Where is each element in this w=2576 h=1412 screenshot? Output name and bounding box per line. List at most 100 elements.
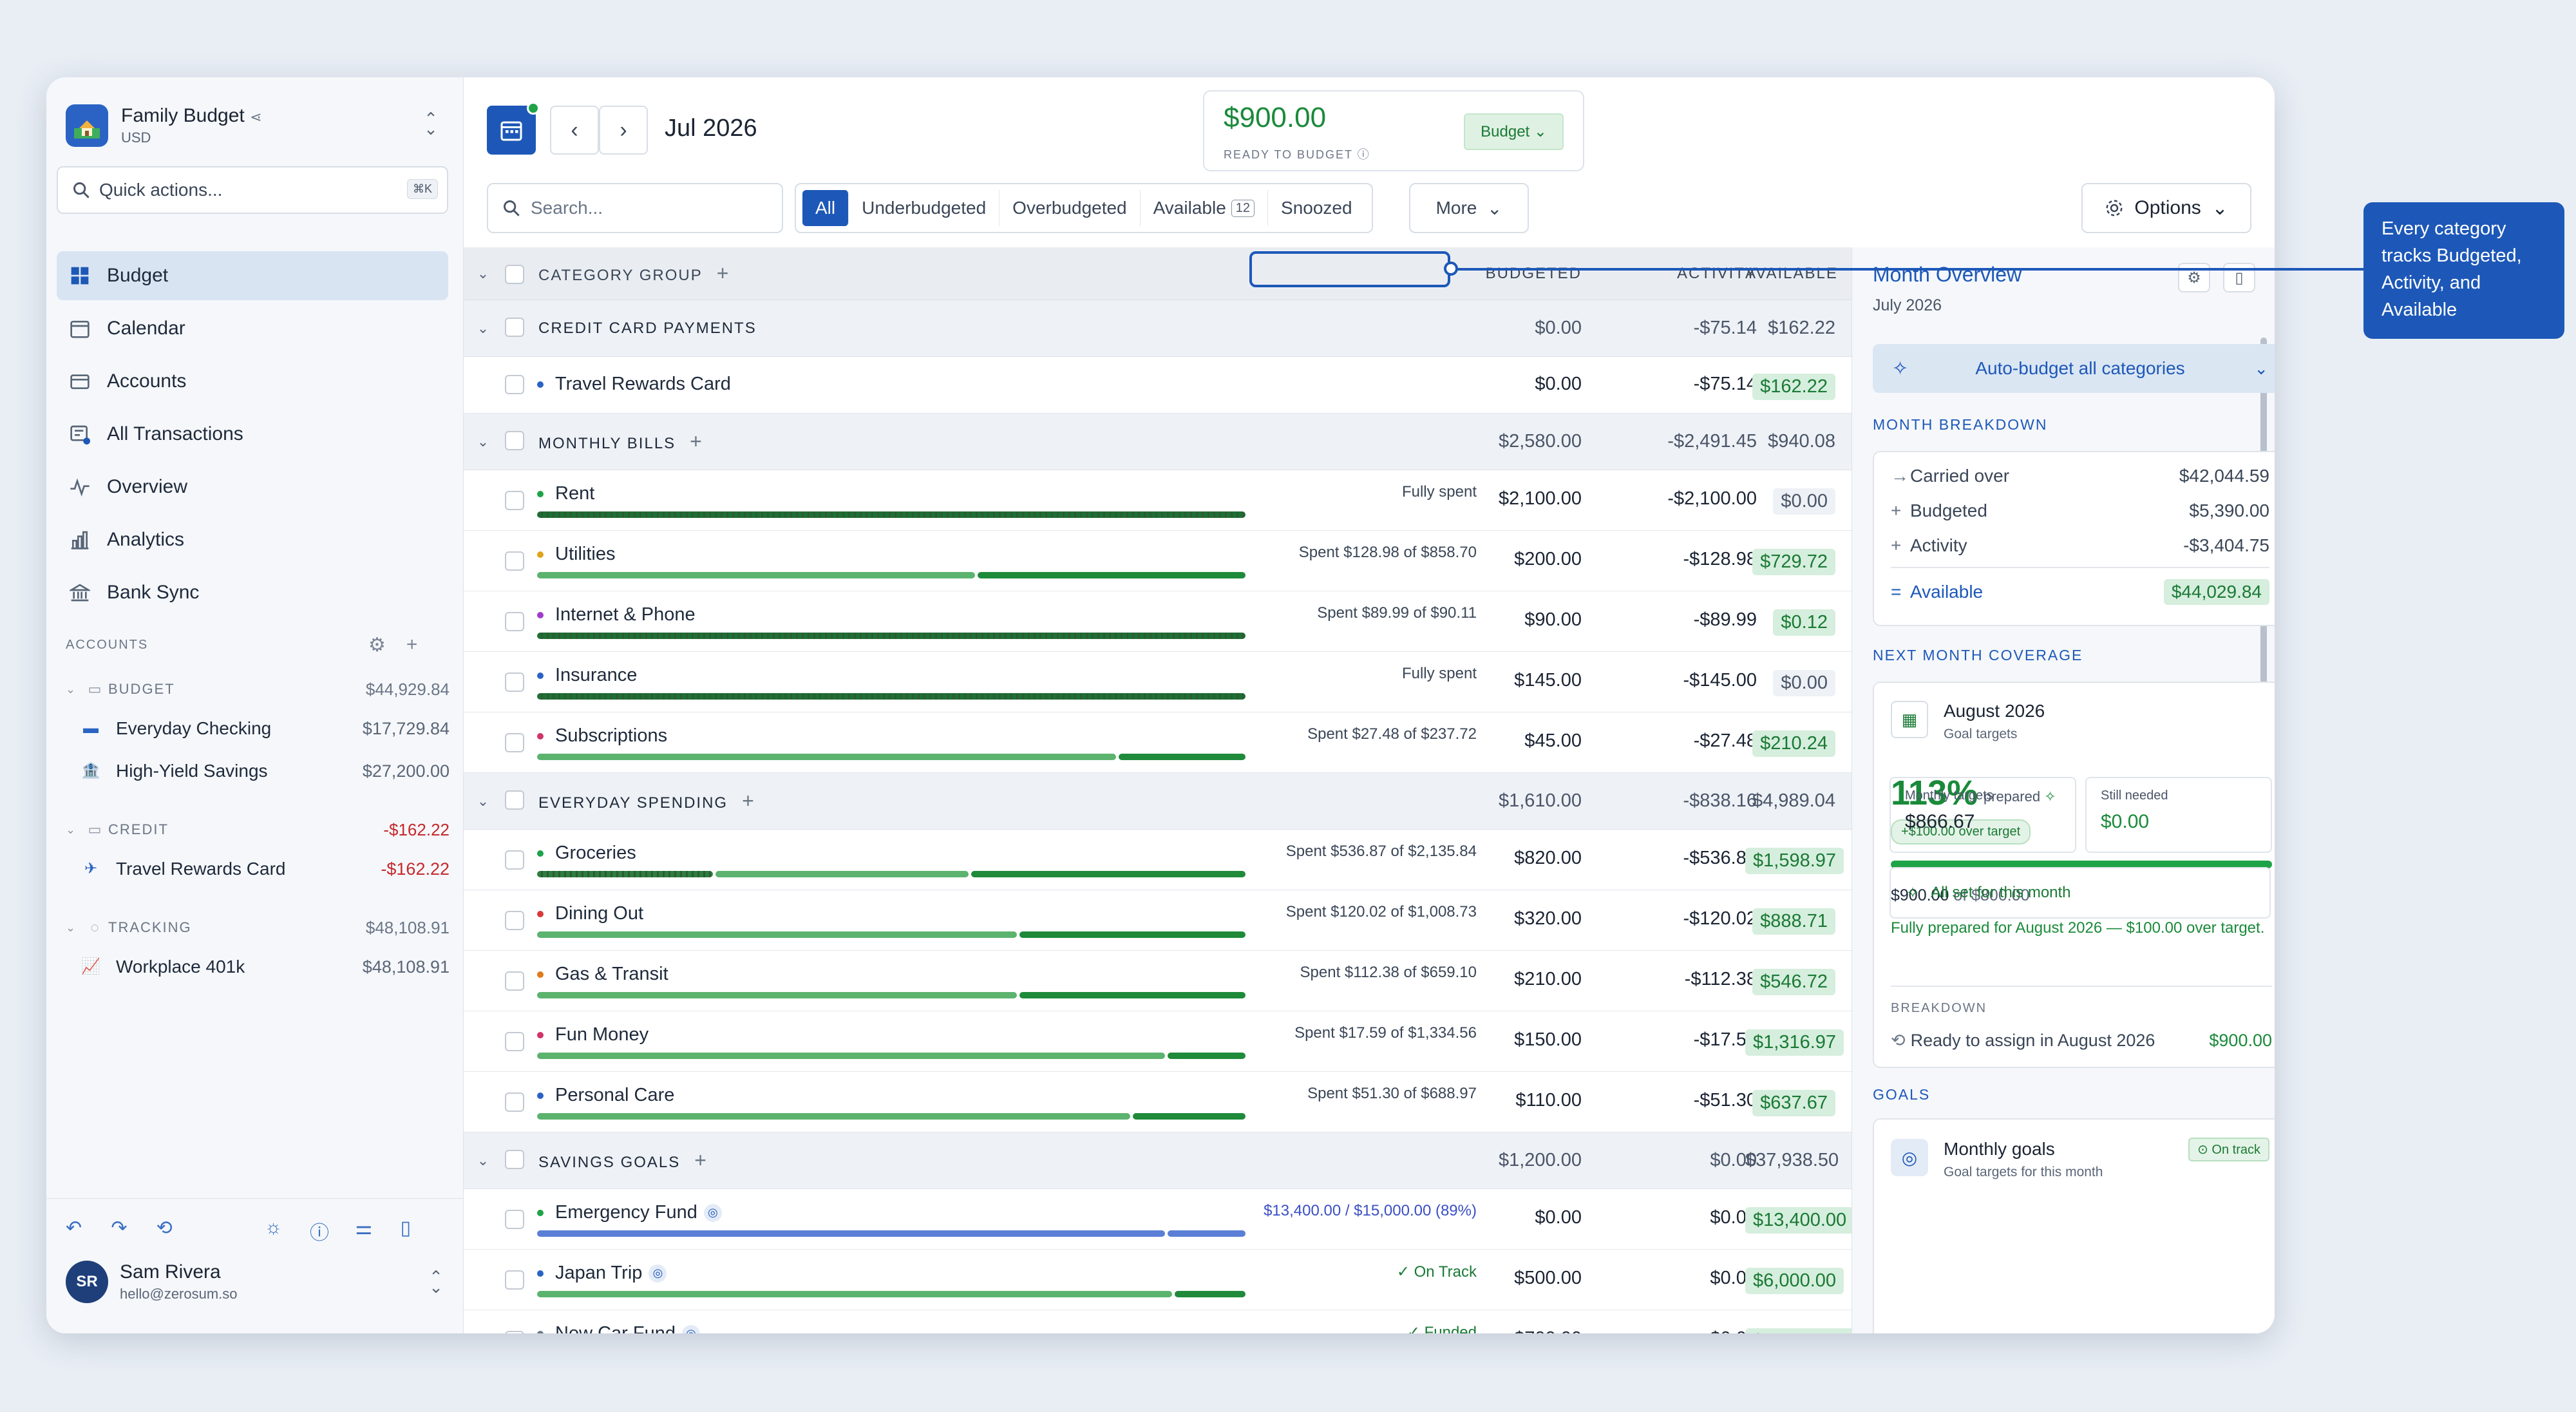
panel-settings-icon[interactable]: ⚙ bbox=[2178, 263, 2210, 292]
info-icon[interactable]: ⓘ bbox=[1358, 148, 1369, 161]
calendar-button[interactable] bbox=[487, 102, 540, 155]
col-budgeted[interactable]: BUDGETED bbox=[1468, 265, 1582, 283]
chevron-down-icon[interactable]: ⌄ bbox=[474, 320, 493, 337]
category-checkbox[interactable] bbox=[505, 375, 524, 394]
budgeted-input[interactable]: $90.00 bbox=[1468, 609, 1582, 631]
activity-value[interactable]: $0.00 bbox=[1604, 1207, 1757, 1228]
add-category-icon[interactable]: + bbox=[742, 789, 754, 812]
budgeted-input[interactable]: $0.00 bbox=[1468, 374, 1582, 395]
category-row[interactable]: Insurance Fully spent $145.00 -$145.00 $… bbox=[464, 652, 1852, 712]
panel-toggle-icon[interactable]: ▯ bbox=[401, 1217, 446, 1245]
activity-value[interactable]: -$27.48 bbox=[1604, 730, 1757, 752]
activity-value[interactable]: -$2,100.00 bbox=[1604, 488, 1757, 510]
activity-value[interactable]: -$51.30 bbox=[1604, 1090, 1757, 1111]
budget-switcher[interactable]: Family Budget ⋖ USD ⌃ ⌄ bbox=[66, 99, 444, 152]
budgeted-input[interactable]: $0.00 bbox=[1468, 1207, 1582, 1228]
account-item[interactable]: 📈 Workplace 401k $48,108.91 bbox=[66, 946, 450, 988]
options-button[interactable]: Options ⌄ bbox=[2081, 183, 2251, 233]
filter-all[interactable]: All bbox=[802, 190, 849, 226]
category-row[interactable]: Japan Trip ◎ ✓ On Track $500.00 $0.00 $6,… bbox=[464, 1250, 1852, 1310]
account-group-header[interactable]: ⌄ ◌ TRACKING $48,108.91 bbox=[66, 910, 450, 946]
available-pill[interactable]: $729.72 bbox=[1752, 549, 1835, 575]
category-checkbox[interactable] bbox=[505, 1210, 524, 1229]
nav-accounts[interactable]: Accounts bbox=[57, 357, 448, 406]
goals-header[interactable]: GOALS⌄ bbox=[1873, 1086, 2275, 1103]
category-checkbox[interactable] bbox=[505, 1092, 524, 1112]
available-pill[interactable]: $13,400.00 bbox=[1745, 1207, 1852, 1234]
available-pill[interactable]: $546.72 bbox=[1752, 969, 1835, 995]
available-pill[interactable]: $1,316.97 bbox=[1745, 1029, 1844, 1056]
category-row[interactable]: Dining Out Spent $120.02 of $1,008.73 $3… bbox=[464, 890, 1852, 951]
category-checkbox[interactable] bbox=[505, 850, 524, 870]
activity-value[interactable]: -$75.14 bbox=[1604, 374, 1757, 395]
filter-underbudgeted[interactable]: Underbudgeted bbox=[849, 190, 1000, 226]
next-month-button[interactable]: › bbox=[599, 106, 648, 155]
category-row[interactable]: Travel Rewards Card $0.00 -$75.14 $162.2… bbox=[464, 357, 1852, 414]
select-all-checkbox[interactable] bbox=[505, 265, 524, 284]
group-checkbox[interactable] bbox=[505, 318, 524, 337]
available-pill[interactable]: $888.71 bbox=[1752, 908, 1835, 935]
activity-value[interactable]: $0.00 bbox=[1604, 1328, 1757, 1333]
category-row[interactable]: Emergency Fund ◎ $13,400.00 / $15,000.00 … bbox=[464, 1189, 1852, 1250]
category-group-row[interactable]: ⌄ SAVINGS GOALS + $1,200.00 $0.00 $37,938… bbox=[464, 1132, 1852, 1189]
category-group-row[interactable]: ⌄ CREDIT CARD PAYMENTS $0.00 -$75.14 $16… bbox=[464, 300, 1852, 357]
quick-actions-input[interactable]: Quick actions... ⌘K bbox=[57, 166, 448, 214]
budgeted-input[interactable]: $700.00 bbox=[1468, 1328, 1582, 1333]
available-pill[interactable]: $162.22 bbox=[1752, 374, 1835, 400]
category-group-row[interactable]: ⌄ MONTHLY BILLS + $2,580.00 -$2,491.45 $9… bbox=[464, 414, 1852, 470]
available-pill[interactable]: $0.00 bbox=[1773, 488, 1835, 515]
prev-month-button[interactable]: ‹ bbox=[550, 106, 599, 155]
nav-overview[interactable]: Overview bbox=[57, 463, 448, 511]
add-group-icon[interactable]: + bbox=[717, 262, 729, 285]
category-checkbox[interactable] bbox=[505, 971, 524, 991]
category-row[interactable]: Groceries Spent $536.87 of $2,135.84 $82… bbox=[464, 830, 1852, 890]
category-row[interactable]: Subscriptions Spent $27.48 of $237.72 $4… bbox=[464, 712, 1852, 773]
budgeted-input[interactable]: $145.00 bbox=[1468, 670, 1582, 691]
filter-available[interactable]: Available 12 bbox=[1141, 190, 1269, 226]
activity-value[interactable]: $0.00 bbox=[1604, 1268, 1757, 1289]
nav-bank-sync[interactable]: Bank Sync bbox=[57, 568, 448, 617]
category-row[interactable]: Fun Money Spent $17.59 of $1,334.56 $150… bbox=[464, 1011, 1852, 1072]
chevron-down-icon[interactable]: ⌄ bbox=[474, 1152, 493, 1169]
category-row[interactable]: Personal Care Spent $51.30 of $688.97 $1… bbox=[464, 1072, 1852, 1132]
available-pill[interactable]: $0.00 bbox=[1773, 670, 1835, 696]
category-row[interactable]: Rent Fully spent $2,100.00 -$2,100.00 $0… bbox=[464, 470, 1852, 531]
budgeted-input[interactable]: $500.00 bbox=[1468, 1268, 1582, 1289]
account-item[interactable]: 🏦 High-Yield Savings $27,200.00 bbox=[66, 750, 450, 792]
activity-value[interactable]: -$120.02 bbox=[1604, 908, 1757, 930]
budget-dropdown-button[interactable]: Budget ⌄ bbox=[1464, 113, 1564, 150]
filter-snoozed[interactable]: Snoozed bbox=[1268, 190, 1365, 226]
category-checkbox[interactable] bbox=[505, 551, 524, 571]
undo-icon[interactable]: ↶ bbox=[66, 1217, 111, 1245]
collapse-all-icon[interactable]: ⌄ bbox=[474, 265, 493, 282]
account-item[interactable]: ✈ Travel Rewards Card -$162.22 bbox=[66, 848, 450, 890]
account-group-header[interactable]: ⌄ ▭ BUDGET $44,929.84 bbox=[66, 671, 450, 707]
category-checkbox[interactable] bbox=[505, 612, 524, 631]
available-pill[interactable]: $210.24 bbox=[1752, 730, 1835, 757]
available-pill[interactable]: $18,538.50 bbox=[1745, 1328, 1852, 1333]
category-checkbox[interactable] bbox=[505, 491, 524, 510]
group-checkbox[interactable] bbox=[505, 790, 524, 810]
budgeted-input[interactable]: $210.00 bbox=[1468, 969, 1582, 990]
auto-budget-button[interactable]: ✧ Auto-budget all categories ⌄ bbox=[1873, 344, 2275, 393]
nav-analytics[interactable]: Analytics bbox=[57, 515, 448, 564]
chevron-down-icon[interactable]: ⌄ bbox=[474, 434, 493, 450]
col-activity[interactable]: ACTIVITY bbox=[1604, 265, 1757, 283]
add-category-icon[interactable]: + bbox=[690, 430, 702, 453]
activity-value[interactable]: -$536.87 bbox=[1604, 848, 1757, 869]
category-checkbox[interactable] bbox=[505, 1032, 524, 1051]
help-icon[interactable]: ⓘ bbox=[310, 1217, 355, 1245]
available-pill[interactable]: $1,598.97 bbox=[1745, 848, 1844, 874]
add-account-icon[interactable]: + bbox=[406, 634, 418, 656]
category-group-row[interactable]: ⌄ EVERYDAY SPENDING + $1,610.00 -$838.16 … bbox=[464, 773, 1852, 830]
history-icon[interactable]: ⟲ bbox=[156, 1217, 202, 1245]
activity-value[interactable]: -$128.98 bbox=[1604, 549, 1757, 570]
sliders-icon[interactable]: ⚌ bbox=[355, 1217, 400, 1245]
redo-icon[interactable]: ↷ bbox=[111, 1217, 156, 1245]
nav-budget[interactable]: Budget bbox=[57, 251, 448, 300]
available-pill[interactable]: $0.12 bbox=[1773, 609, 1835, 636]
budgeted-input[interactable]: $320.00 bbox=[1468, 908, 1582, 930]
category-checkbox[interactable] bbox=[505, 1270, 524, 1290]
nav-calendar[interactable]: Calendar bbox=[57, 304, 448, 353]
search-input[interactable]: Search... bbox=[487, 183, 783, 233]
